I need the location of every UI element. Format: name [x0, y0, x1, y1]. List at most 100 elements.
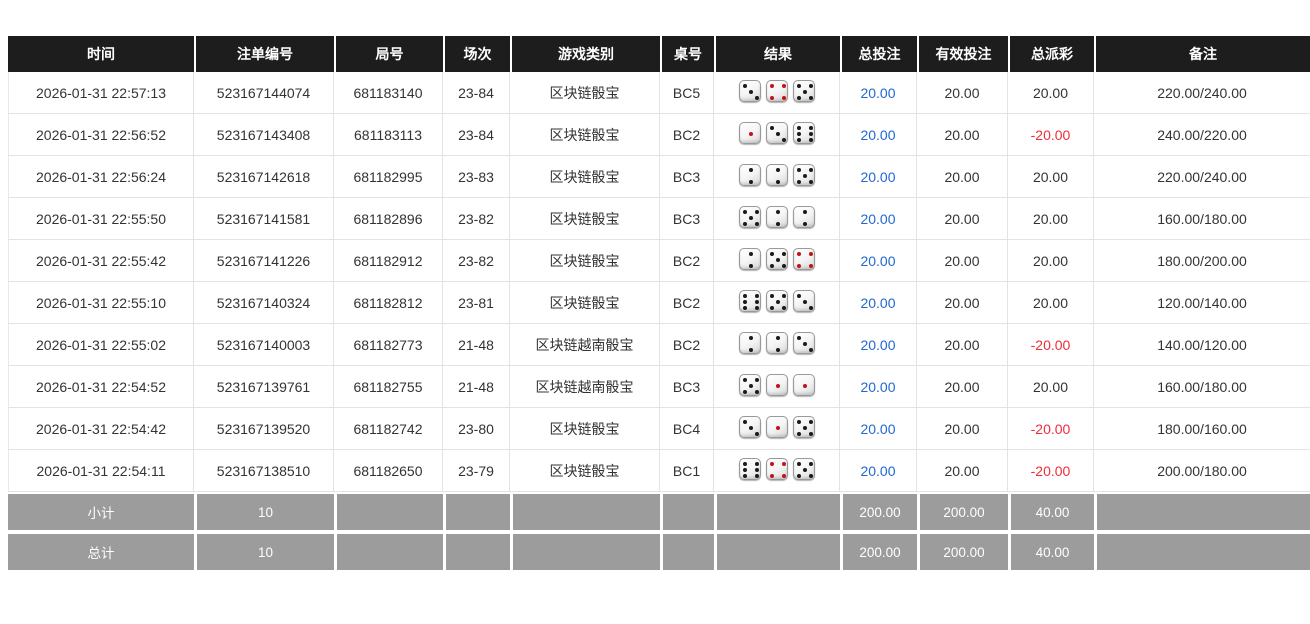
- column-header-payout: 总派彩: [1008, 36, 1094, 72]
- cell-table-no: BC3: [660, 366, 714, 408]
- cell-bet-id: 523167141581: [194, 198, 334, 240]
- cell-time: 2026-01-31 22:54:42: [8, 408, 194, 450]
- die-4-icon: [766, 458, 788, 480]
- cell-session: 23-84: [443, 114, 510, 156]
- die-2-icon: [766, 164, 788, 186]
- die-5-icon: [766, 248, 788, 270]
- cell-session: 21-48: [443, 366, 510, 408]
- cell-remark: 240.00/220.00: [1094, 114, 1310, 156]
- cell-total-bet[interactable]: 20.00: [840, 324, 917, 366]
- cell-total-bet[interactable]: 20.00: [840, 366, 917, 408]
- die-5-icon: [793, 416, 815, 438]
- cell-round-id: 681182812: [334, 282, 443, 324]
- cell-time: 2026-01-31 22:57:13: [8, 72, 194, 114]
- cell-bet-id: 523167142618: [194, 156, 334, 198]
- die-6-icon: [793, 122, 815, 144]
- die-5-icon: [739, 206, 761, 228]
- column-header-round-id: 局号: [334, 36, 443, 72]
- cell-time: 2026-01-31 22:56:52: [8, 114, 194, 156]
- die-5-icon: [766, 290, 788, 312]
- cell-bet-id: 523167144074: [194, 72, 334, 114]
- column-header-game-type: 游戏类别: [510, 36, 660, 72]
- die-3-icon: [739, 80, 761, 102]
- footer-payout: 40.00: [1008, 530, 1094, 570]
- cell-total-bet[interactable]: 20.00: [840, 240, 917, 282]
- cell-game-type: 区块链骰宝: [510, 450, 660, 492]
- dice-result-group: [739, 416, 815, 438]
- cell-result: [714, 450, 840, 492]
- cell-session: 23-81: [443, 282, 510, 324]
- cell-remark: 200.00/180.00: [1094, 450, 1310, 492]
- cell-result: [714, 366, 840, 408]
- column-header-result: 结果: [714, 36, 840, 72]
- cell-time: 2026-01-31 22:54:11: [8, 450, 194, 492]
- column-header-bet-id: 注单编号: [194, 36, 334, 72]
- cell-remark: 120.00/140.00: [1094, 282, 1310, 324]
- footer-empty-cell: [443, 492, 510, 530]
- table-row: 2026-01-31 22:55:10523167140324681182812…: [8, 282, 1310, 324]
- cell-total-bet[interactable]: 20.00: [840, 114, 917, 156]
- cell-bet-id: 523167138510: [194, 450, 334, 492]
- cell-total-bet[interactable]: 20.00: [840, 72, 917, 114]
- footer-empty-cell: [714, 492, 840, 530]
- cell-session: 23-82: [443, 240, 510, 282]
- column-header-remark: 备注: [1094, 36, 1310, 72]
- cell-round-id: 681182896: [334, 198, 443, 240]
- cell-valid-bet: 20.00: [917, 282, 1008, 324]
- cell-bet-id: 523167143408: [194, 114, 334, 156]
- footer-empty-cell: [1094, 530, 1310, 570]
- cell-result: [714, 198, 840, 240]
- cell-table-no: BC3: [660, 198, 714, 240]
- dice-result-group: [739, 332, 815, 354]
- die-2-icon: [793, 206, 815, 228]
- cell-remark: 140.00/120.00: [1094, 324, 1310, 366]
- cell-valid-bet: 20.00: [917, 114, 1008, 156]
- die-4-icon: [793, 248, 815, 270]
- cell-result: [714, 240, 840, 282]
- die-2-icon: [739, 164, 761, 186]
- die-3-icon: [793, 332, 815, 354]
- cell-table-no: BC2: [660, 282, 714, 324]
- cell-payout: -20.00: [1008, 324, 1094, 366]
- cell-total-bet[interactable]: 20.00: [840, 408, 917, 450]
- footer-empty-cell: [660, 530, 714, 570]
- cell-total-bet[interactable]: 20.00: [840, 198, 917, 240]
- cell-table-no: BC2: [660, 240, 714, 282]
- cell-total-bet[interactable]: 20.00: [840, 156, 917, 198]
- cell-game-type: 区块链越南骰宝: [510, 366, 660, 408]
- table-row: 2026-01-31 22:56:52523167143408681183113…: [8, 114, 1310, 156]
- table-row: 2026-01-31 22:56:24523167142618681182995…: [8, 156, 1310, 198]
- footer-empty-cell: [510, 492, 660, 530]
- column-header-time: 时间: [8, 36, 194, 72]
- die-5-icon: [793, 458, 815, 480]
- cell-game-type: 区块链骰宝: [510, 408, 660, 450]
- table-row: 2026-01-31 22:54:11523167138510681182650…: [8, 450, 1310, 492]
- cell-time: 2026-01-31 22:55:10: [8, 282, 194, 324]
- table-row: 2026-01-31 22:55:50523167141581681182896…: [8, 198, 1310, 240]
- footer-count: 10: [194, 530, 334, 570]
- dice-result-group: [739, 206, 815, 228]
- die-4-icon: [766, 80, 788, 102]
- cell-valid-bet: 20.00: [917, 450, 1008, 492]
- cell-game-type: 区块链骰宝: [510, 114, 660, 156]
- footer-label: 总计: [8, 530, 194, 570]
- cell-session: 21-48: [443, 324, 510, 366]
- footer-empty-cell: [443, 530, 510, 570]
- cell-valid-bet: 20.00: [917, 408, 1008, 450]
- cell-valid-bet: 20.00: [917, 240, 1008, 282]
- footer-empty-cell: [334, 492, 443, 530]
- cell-time: 2026-01-31 22:56:24: [8, 156, 194, 198]
- cell-payout: 20.00: [1008, 156, 1094, 198]
- cell-time: 2026-01-31 22:55:42: [8, 240, 194, 282]
- cell-round-id: 681182742: [334, 408, 443, 450]
- cell-total-bet[interactable]: 20.00: [840, 450, 917, 492]
- footer-total-bet: 200.00: [840, 492, 917, 530]
- cell-round-id: 681182650: [334, 450, 443, 492]
- table-row: 2026-01-31 22:54:42523167139520681182742…: [8, 408, 1310, 450]
- cell-payout: -20.00: [1008, 408, 1094, 450]
- table-row: 2026-01-31 22:55:42523167141226681182912…: [8, 240, 1310, 282]
- cell-total-bet[interactable]: 20.00: [840, 282, 917, 324]
- die-3-icon: [739, 416, 761, 438]
- cell-valid-bet: 20.00: [917, 156, 1008, 198]
- dice-result-group: [739, 290, 815, 312]
